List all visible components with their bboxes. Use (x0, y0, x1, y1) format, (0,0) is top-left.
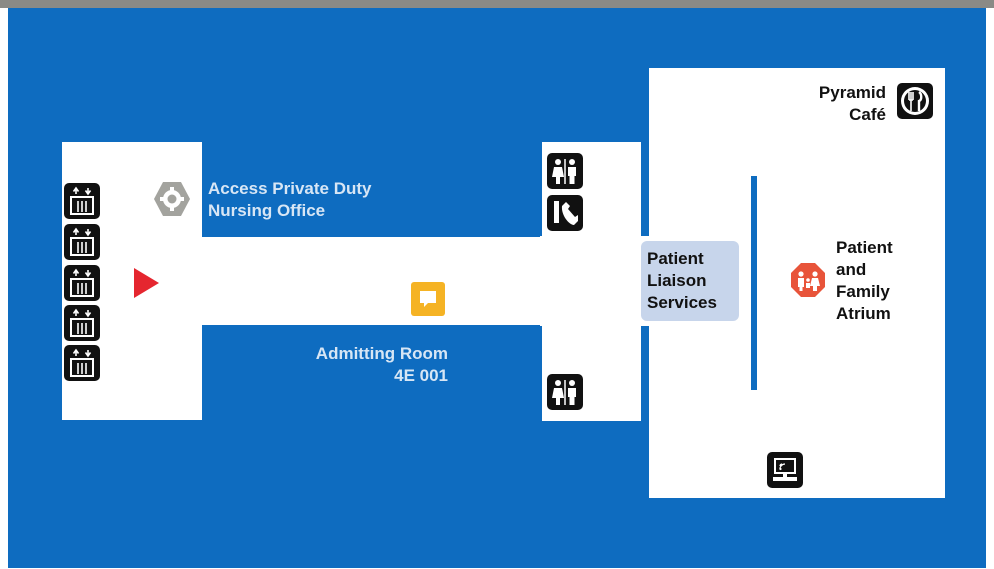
fork-knife-icon (897, 83, 933, 124)
elevator-icon (64, 265, 100, 301)
you-are-here-marker (134, 268, 159, 298)
liaison-line-3: Services (647, 293, 717, 312)
atrium-line-2: and (836, 260, 867, 279)
nursing-office-label: Access Private Duty Nursing Office (208, 178, 371, 222)
restroom-icon (547, 153, 583, 194)
admitting-room-line-2: 4E 001 (394, 366, 448, 385)
chat-bubble-icon (411, 282, 445, 321)
connector-area (540, 236, 652, 326)
gear-icon (153, 181, 191, 222)
restroom-icon (547, 374, 583, 415)
admitting-room-line-1: Admitting Room (315, 344, 448, 363)
atrium-divider-wall (751, 176, 757, 390)
computer-kiosk-icon (767, 452, 803, 493)
patient-liaison-label: Patient Liaison Services (647, 248, 717, 314)
atrium-line-4: Atrium (836, 304, 891, 323)
admitting-room-label: Admitting Room 4E 001 (286, 343, 448, 387)
nursing-office-line-1: Access Private Duty (208, 179, 372, 198)
elevator-icon (64, 224, 100, 260)
liaison-line-2: Liaison (647, 271, 707, 290)
family-icon (790, 262, 826, 303)
atrium-label: Patient and Family Atrium (836, 237, 893, 325)
elevator-icon (64, 345, 100, 381)
main-corridor (200, 237, 545, 325)
liaison-line-1: Patient (647, 249, 704, 268)
header-band (0, 0, 994, 8)
elevator-icon (64, 183, 100, 219)
cafe-line-2: Café (849, 105, 886, 124)
cafe-line-1: Pyramid (818, 83, 886, 102)
elevator-icon (64, 305, 100, 341)
atrium-line-3: Family (836, 282, 890, 301)
phone-icon (547, 195, 583, 236)
atrium-line-1: Patient (836, 238, 893, 257)
pyramid-cafe-label: Pyramid Café (796, 82, 886, 126)
nursing-office-line-2: Nursing Office (208, 201, 326, 220)
